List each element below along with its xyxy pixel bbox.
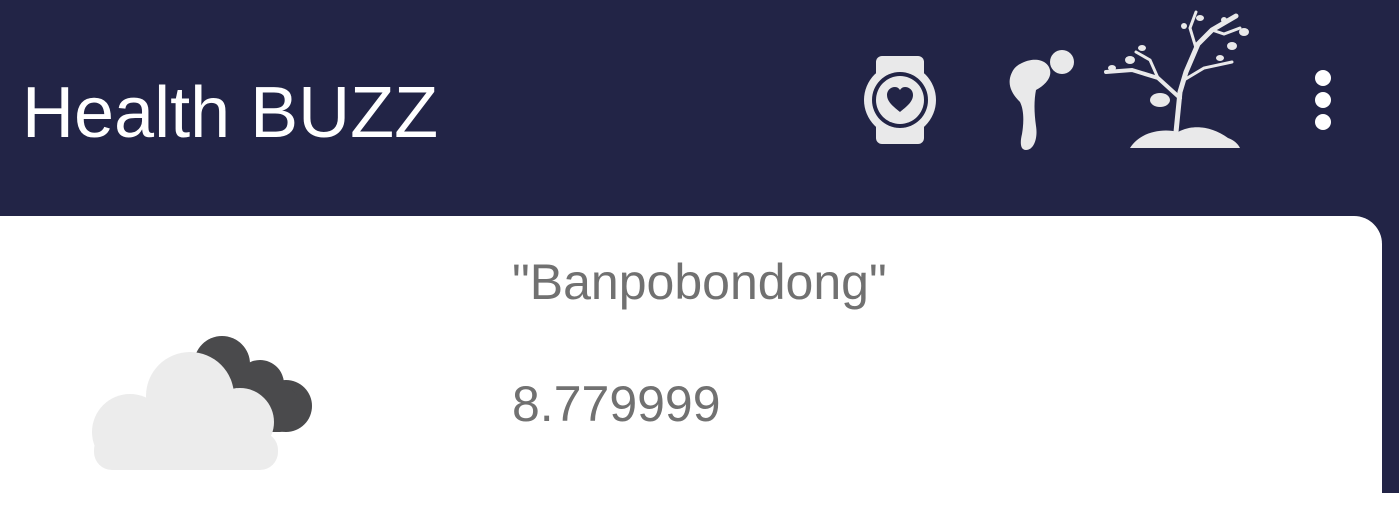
cloudy-icon [92, 336, 312, 470]
location-name: "Banpobondong" [512, 254, 887, 310]
app-title: Health BUZZ [22, 73, 439, 153]
smartwatch-heart-icon[interactable] [860, 52, 940, 148]
tree-icon[interactable] [1100, 8, 1260, 153]
more-vert-icon[interactable] [1305, 70, 1341, 134]
posture-icon[interactable] [1000, 46, 1080, 156]
weather-value: 8.779999 [512, 376, 721, 432]
weather-card: "Banpobondong" 8.779999 [0, 216, 1382, 516]
